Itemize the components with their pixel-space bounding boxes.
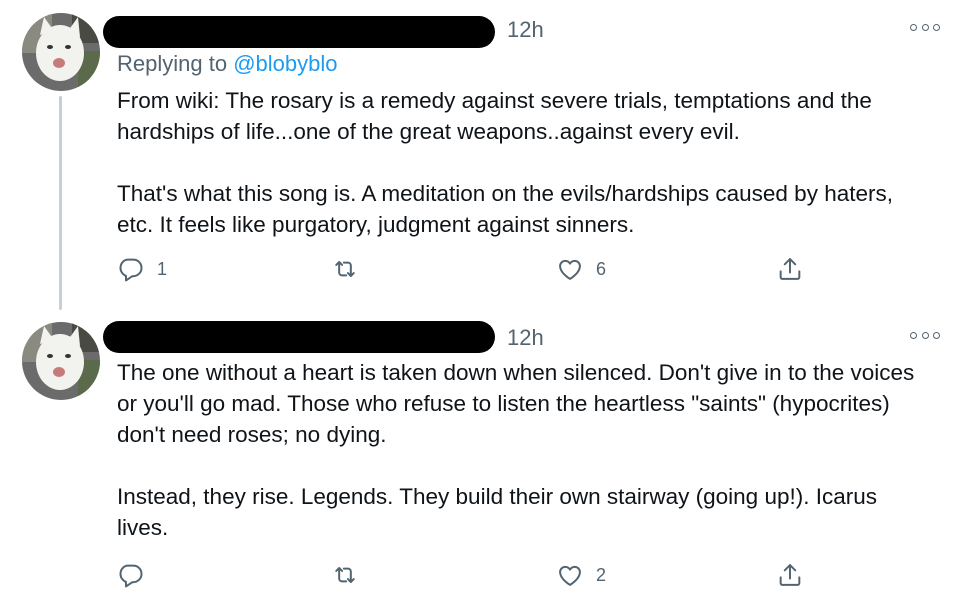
dot [933, 23, 940, 31]
avatar[interactable] [22, 13, 100, 91]
avatar[interactable] [22, 322, 100, 400]
dot [910, 23, 917, 31]
dot [921, 23, 929, 31]
redacted-display-name [103, 321, 495, 353]
retweet-icon [335, 567, 355, 583]
like-button[interactable]: 6 [556, 255, 606, 283]
reply-button[interactable] [117, 561, 157, 589]
reply-count: 1 [157, 258, 168, 279]
avatar-image [22, 13, 100, 91]
replying-to: Replying to @blobyblo [117, 51, 337, 77]
reply-icon [119, 564, 143, 588]
action-bar: 2 [0, 561, 960, 595]
tweet[interactable]: 12h Replying to @blobyblo From wiki: The… [0, 0, 960, 310]
share-button[interactable] [776, 561, 804, 589]
like-count: 2 [596, 564, 607, 585]
tweet-paragraph: Instead, they rise. Legends. They build … [117, 484, 877, 540]
timestamp[interactable]: 12h [507, 17, 544, 43]
action-bar: 1 6 [0, 255, 960, 289]
retweet-icon [335, 261, 355, 277]
retweet-button[interactable] [331, 255, 371, 283]
like-button[interactable]: 2 [556, 561, 606, 589]
redacted-display-name [103, 16, 495, 48]
reply-icon [119, 258, 143, 282]
avatar-image [22, 322, 100, 400]
share-icon [779, 258, 801, 280]
replying-prefix: Replying to [117, 51, 234, 76]
heart-icon [559, 259, 581, 280]
dot [933, 331, 940, 339]
share-button[interactable] [776, 255, 804, 283]
tweet-paragraph: From wiki: The rosary is a remedy agains… [117, 88, 872, 144]
like-count: 6 [596, 258, 607, 279]
more-options-icon[interactable] [910, 328, 940, 342]
tweet-text: The one without a heart is taken down wh… [117, 357, 932, 543]
replying-handle-link[interactable]: @blobyblo [233, 51, 337, 76]
tweet-paragraph: The one without a heart is taken down wh… [117, 360, 915, 447]
dot [921, 331, 929, 339]
timestamp[interactable]: 12h [507, 325, 544, 351]
heart-icon [559, 565, 581, 586]
tweet-paragraph: That's what this song is. A meditation o… [117, 181, 893, 237]
dot [910, 331, 917, 339]
reply-button[interactable]: 1 [117, 255, 167, 283]
tweet-text: From wiki: The rosary is a remedy agains… [117, 85, 932, 240]
retweet-button[interactable] [331, 561, 371, 589]
more-options-icon[interactable] [910, 20, 940, 34]
share-icon [779, 564, 801, 586]
tweet[interactable]: 12h The one without a heart is taken dow… [0, 308, 960, 605]
